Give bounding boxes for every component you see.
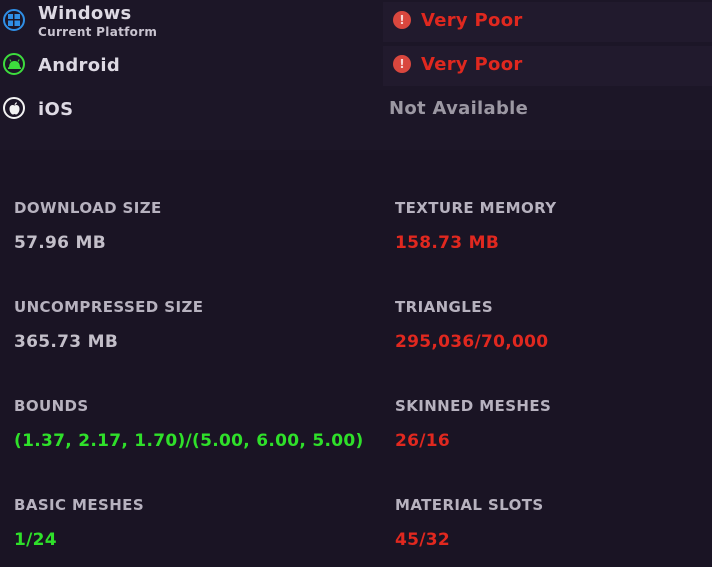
warning-icon: ! [393,11,411,29]
skinned-meshes-label: SKINNED MESHES [395,397,552,415]
platform-name: Android [38,55,121,76]
basic-meshes-value: 1/24 [14,530,57,550]
platform-subtitle: Current Platform [38,25,158,39]
platform-name: Windows [38,3,132,24]
material-slots-label: MATERIAL SLOTS [395,496,544,514]
warning-icon: ! [393,55,411,73]
platform-row-android[interactable]: Android ! Very Poor [0,44,712,88]
platform-rating: Not Available [389,98,529,119]
bounds-label: BOUNDS [14,397,89,415]
platform-row-ios[interactable]: iOS Not Available [0,88,712,132]
skinned-meshes-value: 26/16 [395,431,451,451]
android-icon [3,53,25,75]
uncompressed-size-value: 365.73 MB [14,332,119,352]
windows-icon [3,9,25,31]
platform-rating: Very Poor [421,10,523,31]
material-slots-value: 45/32 [395,530,451,550]
triangles-label: TRIANGLES [395,298,494,316]
platform-ratings: Windows Current Platform ! Very Poor And… [0,0,712,150]
platform-name: iOS [38,99,74,120]
texture-memory-value: 158.73 MB [395,233,500,253]
apple-icon [3,97,25,119]
triangles-value: 295,036/70,000 [395,332,549,352]
uncompressed-size-label: UNCOMPRESSED SIZE [14,298,204,316]
platform-row-windows[interactable]: Windows Current Platform ! Very Poor [0,0,712,44]
bounds-value: (1.37, 2.17, 1.70)/(5.00, 6.00, 5.00) [14,431,364,451]
platform-rating: Very Poor [421,54,523,75]
download-size-value: 57.96 MB [14,233,106,253]
basic-meshes-label: BASIC MESHES [14,496,145,514]
performance-panel: Windows Current Platform ! Very Poor And… [0,0,712,567]
texture-memory-label: TEXTURE MEMORY [395,199,557,217]
download-size-label: DOWNLOAD SIZE [14,199,162,217]
